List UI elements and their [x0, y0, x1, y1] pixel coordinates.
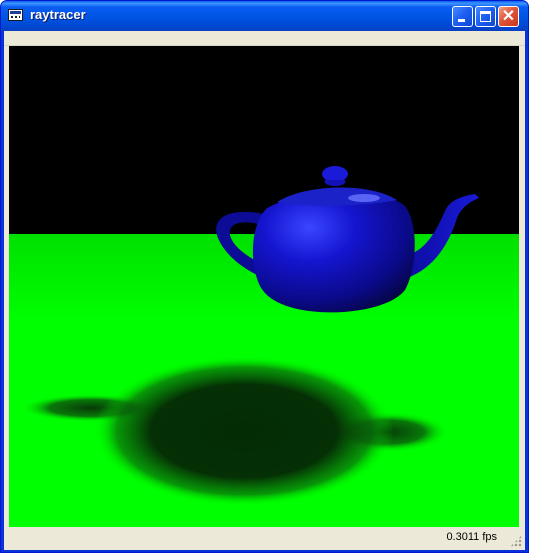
client-area: 0.3011 fps [4, 31, 525, 550]
maximize-button[interactable] [475, 6, 496, 27]
close-icon: ✕ [501, 8, 516, 25]
status-bar: 0.3011 fps [4, 528, 525, 550]
close-button[interactable]: ✕ [498, 6, 519, 27]
resize-grip-icon[interactable] [510, 535, 522, 547]
minimize-icon [458, 19, 465, 22]
title-bar[interactable]: raytracer ✕ [1, 1, 528, 31]
rendered-scene [9, 46, 519, 527]
render-viewport[interactable] [9, 46, 519, 527]
app-window-icon[interactable] [8, 9, 23, 21]
menu-strip [4, 31, 525, 46]
fps-readout: 0.3011 fps [446, 531, 497, 543]
maximize-icon [480, 11, 491, 22]
app-window: raytracer ✕ 0.3011 fps [0, 0, 529, 553]
minimize-button[interactable] [452, 6, 473, 27]
sky-background [9, 46, 519, 236]
window-title: raytracer [30, 7, 86, 22]
